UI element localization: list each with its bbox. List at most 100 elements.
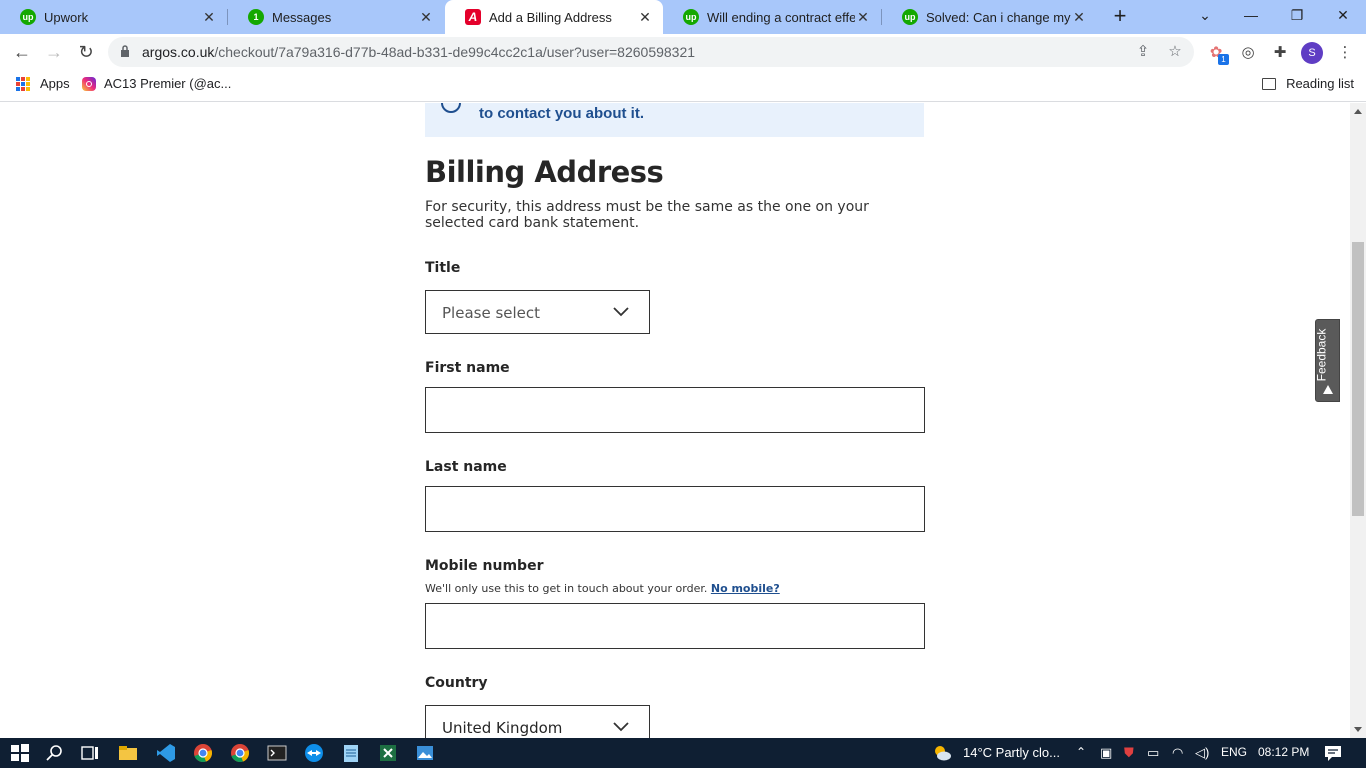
search-icon[interactable] xyxy=(45,743,65,763)
close-icon[interactable]: ✕ xyxy=(201,9,217,26)
address-bar[interactable]: argos.co.uk/checkout/7a79a316-d77b-48ad-… xyxy=(108,37,1194,67)
info-icon xyxy=(441,103,461,113)
reading-list-icon xyxy=(1262,77,1277,90)
chevron-down-icon xyxy=(613,307,629,317)
tab-messages[interactable]: 1 Messages ✕ xyxy=(228,0,444,34)
language-indicator[interactable]: ENG xyxy=(1221,745,1247,759)
forward-button[interactable]: → xyxy=(40,39,68,65)
notepad-icon[interactable] xyxy=(341,743,361,763)
reading-list-label: Reading list xyxy=(1286,76,1354,91)
tab-ending-contract[interactable]: up Will ending a contract effect ✕ xyxy=(663,0,881,34)
upwork-icon: up xyxy=(902,9,918,25)
chrome-icon[interactable] xyxy=(193,743,213,763)
browser-toolbar: ← → ↻ argos.co.uk/checkout/7a79a316-d77b… xyxy=(0,34,1366,70)
tab-title: Messages xyxy=(272,9,332,25)
partly-cloudy-icon[interactable] xyxy=(932,743,952,763)
teamviewer-icon[interactable] xyxy=(304,743,324,763)
first-name-field[interactable] xyxy=(425,387,925,433)
feedback-tab[interactable]: Feedback xyxy=(1314,319,1340,402)
share-icon[interactable]: ⇪ xyxy=(1134,43,1152,61)
bookmark-apps[interactable]: Apps xyxy=(16,76,70,91)
vscode-icon[interactable] xyxy=(156,743,176,763)
chrome-active-icon[interactable] xyxy=(230,743,250,763)
mobile-help: We'll only use this to get in touch abou… xyxy=(425,582,780,595)
extensions-puzzle-icon[interactable]: ✚ xyxy=(1269,42,1291,64)
close-window-button[interactable]: ✕ xyxy=(1320,0,1366,30)
tab-strip: up Upwork ✕ 1 Messages ✕ A Add a Billing… xyxy=(0,0,1366,34)
close-icon[interactable]: ✕ xyxy=(637,9,653,26)
more-menu-icon[interactable]: ⋮ xyxy=(1334,42,1356,64)
page-subtitle: For security, this address must be the s… xyxy=(425,199,869,231)
volume-icon[interactable]: ◁) xyxy=(1195,745,1209,761)
url-host: argos.co.uk xyxy=(142,44,215,60)
instagram-icon xyxy=(82,76,96,91)
windows-taskbar: 14°C Partly clo... ⌃ ▣ ⛊ ▭ ◠ ◁) ENG 08:1… xyxy=(0,738,1366,768)
notifications-icon[interactable] xyxy=(1323,743,1343,763)
argos-icon: A xyxy=(465,9,481,25)
bookmark-label: AC13 Premier (@ac... xyxy=(104,76,232,91)
tab-title: Add a Billing Address xyxy=(489,9,612,25)
photos-icon[interactable] xyxy=(415,743,435,763)
lock-icon xyxy=(121,45,129,57)
chevron-down-icon xyxy=(613,722,629,732)
task-view-icon[interactable] xyxy=(80,743,100,763)
info-notice: to contact you about it. xyxy=(425,103,924,137)
battery-icon[interactable]: ▭ xyxy=(1147,745,1159,761)
close-icon[interactable]: ✕ xyxy=(418,9,434,26)
upwork-icon: up xyxy=(20,9,36,25)
close-icon[interactable]: ✕ xyxy=(855,9,871,26)
excel-icon[interactable] xyxy=(378,743,398,763)
page-scrollbar[interactable] xyxy=(1350,103,1366,738)
weather-text[interactable]: 14°C Partly clo... xyxy=(963,745,1060,760)
tab-billing-address[interactable]: A Add a Billing Address ✕ xyxy=(445,0,663,34)
mobile-help-text: We'll only use this to get in touch abou… xyxy=(425,582,708,595)
restore-button[interactable]: ❐ xyxy=(1274,0,1320,30)
scroll-up-arrow-icon[interactable] xyxy=(1354,109,1362,114)
triangle-up-icon xyxy=(1323,385,1333,394)
bookmark-star-icon[interactable]: ☆ xyxy=(1166,43,1184,61)
country-label: Country xyxy=(425,675,488,691)
tab-title: Will ending a contract effect xyxy=(707,9,855,25)
first-name-label: First name xyxy=(425,360,510,376)
file-explorer-icon[interactable] xyxy=(118,743,138,763)
bookmarks-bar: Apps AC13 Premier (@ac... Reading list xyxy=(0,70,1366,102)
scrollbar-thumb[interactable] xyxy=(1352,242,1364,516)
tab-solved[interactable]: up Solved: Can i change my min ✕ xyxy=(882,0,1097,34)
antivirus-shield-icon[interactable]: ⛊ xyxy=(1124,745,1134,761)
no-mobile-link[interactable]: No mobile? xyxy=(711,582,780,595)
reload-button[interactable]: ↻ xyxy=(72,39,100,65)
upwork-messages-icon: 1 xyxy=(248,9,264,25)
url-path: /checkout/7a79a316-d77b-48ad-b331-de99c4… xyxy=(214,44,696,60)
terminal-icon[interactable] xyxy=(267,743,287,763)
tab-upwork[interactable]: up Upwork ✕ xyxy=(0,0,227,34)
sync-extension-icon[interactable]: ◎ xyxy=(1237,42,1259,64)
last-name-field[interactable] xyxy=(425,486,925,532)
country-select[interactable]: United Kingdom xyxy=(425,705,650,738)
bookmark-ac13[interactable]: AC13 Premier (@ac... xyxy=(82,76,231,91)
bookmark-label: Apps xyxy=(40,76,70,91)
close-icon[interactable]: ✕ xyxy=(1071,9,1087,26)
apps-grid-icon xyxy=(16,76,30,91)
tab-search-icon[interactable]: ⌄ xyxy=(1182,0,1228,30)
new-tab-button[interactable]: + xyxy=(1108,5,1132,29)
url-text: argos.co.uk/checkout/7a79a316-d77b-48ad-… xyxy=(142,44,695,60)
extension-badge: 1 xyxy=(1218,54,1229,65)
notice-text: to contact you about it. xyxy=(479,105,644,122)
device-icon[interactable]: ▣ xyxy=(1100,745,1112,761)
title-select[interactable]: Please select xyxy=(425,290,650,334)
minimize-button[interactable]: — xyxy=(1228,0,1274,30)
windows-start-icon[interactable] xyxy=(10,743,30,763)
show-hidden-icons-icon[interactable]: ⌃ xyxy=(1076,745,1086,759)
back-button[interactable]: ← xyxy=(8,39,36,65)
feedback-label: Feedback xyxy=(1314,328,1329,382)
scroll-down-arrow-icon[interactable] xyxy=(1354,727,1362,732)
mobile-field[interactable] xyxy=(425,603,925,649)
mobile-label: Mobile number xyxy=(425,558,544,574)
clock[interactable]: 08:12 PM xyxy=(1258,745,1309,759)
reading-list-button[interactable]: Reading list xyxy=(1262,76,1354,91)
wifi-icon[interactable]: ◠ xyxy=(1172,745,1183,761)
upwork-icon: up xyxy=(683,9,699,25)
tab-title: Upwork xyxy=(44,9,89,25)
profile-avatar[interactable]: S xyxy=(1301,42,1323,64)
page-content: to contact you about it. Billing Address… xyxy=(0,103,1350,738)
